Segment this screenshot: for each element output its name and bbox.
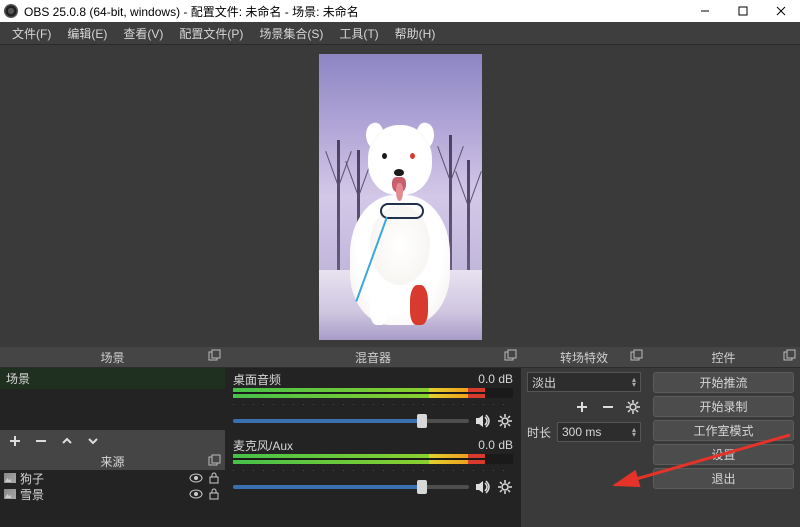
controls-body: 开始推流 开始录制 工作室模式 设置 退出 [647,368,800,527]
maximize-button[interactable] [724,0,762,22]
button-label: 退出 [711,470,735,487]
menu-help[interactable]: 帮助(H) [387,23,444,44]
volume-slider[interactable] [233,419,469,423]
image-source-icon [4,473,16,483]
dog-graphic [340,125,460,325]
start-streaming-button[interactable]: 开始推流 [653,372,794,393]
menu-scene-collection[interactable]: 场景集合(S) [251,23,331,44]
scenes-title: 场景 [100,349,124,366]
scenes-list[interactable]: 场景 [0,368,225,430]
menubar: 文件(F) 编辑(E) 查看(V) 配置文件(P) 场景集合(S) 工具(T) … [0,22,800,45]
move-up-button[interactable] [58,432,76,450]
scenes-toolbar [0,430,225,452]
channel-db: 0.0 dB [478,372,513,386]
volume-slider[interactable] [233,485,469,489]
popout-icon[interactable] [207,454,221,468]
add-transition-button[interactable] [573,398,591,416]
mixer-panel: 混音器 桌面音频 0.0 dB [225,347,521,527]
duration-label: 时长 [527,424,553,441]
button-label: 开始推流 [699,374,747,391]
close-button[interactable] [762,0,800,22]
popout-icon[interactable] [207,349,221,363]
updown-arrows-icon: ▴▾ [632,427,636,437]
popout-icon[interactable] [629,349,643,363]
minimize-button[interactable] [686,0,724,22]
speaker-icon[interactable] [475,413,491,429]
controls-header[interactable]: 控件 [647,347,800,368]
speaker-icon[interactable] [475,479,491,495]
transitions-header[interactable]: 转场特效 [521,347,647,368]
transition-select[interactable]: 淡出 ▴▾ [527,372,641,392]
mixer-title: 混音器 [355,349,391,366]
channel-name: 麦克风/Aux [233,437,293,454]
mixer-channel: 桌面音频 0.0 dB [225,370,521,436]
scene-item-label: 场景 [6,372,30,386]
source-row[interactable]: 雪景 [0,486,225,502]
popout-icon[interactable] [782,349,796,363]
visibility-toggle-icon[interactable] [189,487,203,501]
mixer-header[interactable]: 混音器 [225,347,521,368]
scenes-header[interactable]: 场景 [0,347,225,368]
preview-canvas[interactable] [319,54,482,340]
window-buttons [686,0,800,22]
image-source-icon [4,489,16,499]
popout-icon[interactable] [503,349,517,363]
sources-title: 来源 [100,453,124,470]
scene-item[interactable]: 场景 [0,368,225,389]
source-name: 狗子 [20,470,185,487]
meter-scale [233,466,513,476]
source-name: 雪景 [20,486,185,503]
button-label: 设置 [711,446,735,463]
transition-selected: 淡出 [532,374,556,391]
menu-edit[interactable]: 编辑(E) [59,23,115,44]
lock-toggle-icon[interactable] [207,471,221,485]
menu-tools[interactable]: 工具(T) [331,23,386,44]
settings-button[interactable]: 设置 [653,444,794,465]
menu-view[interactable]: 查看(V) [115,23,171,44]
visibility-toggle-icon[interactable] [189,471,203,485]
channel-db: 0.0 dB [478,438,513,452]
duration-spinbox[interactable]: 300 ms ▴▾ [557,422,641,442]
source-row[interactable]: 狗子 [0,470,225,486]
channel-name: 桌面音频 [233,371,281,388]
add-button[interactable] [6,432,24,450]
menu-file[interactable]: 文件(F) [4,23,59,44]
dock-row: 场景 场景 来源 [0,347,800,527]
window-title: OBS 25.0.8 (64-bit, windows) - 配置文件: 未命名… [24,3,359,20]
move-down-button[interactable] [84,432,102,450]
studio-mode-button[interactable]: 工作室模式 [653,420,794,441]
volume-meter [233,388,513,398]
gear-icon[interactable] [625,399,641,415]
duration-value: 300 ms [562,425,601,439]
scenes-panel: 场景 场景 来源 [0,347,225,527]
obs-app-icon [4,4,18,18]
lock-toggle-icon[interactable] [207,487,221,501]
meter-scale [233,400,513,410]
remove-transition-button[interactable] [599,398,617,416]
transitions-body: 淡出 ▴▾ 时长 300 ms ▴▾ [521,368,647,527]
transitions-panel: 转场特效 淡出 ▴▾ 时长 300 ms ▴▾ [521,347,647,527]
controls-title: 控件 [711,349,735,366]
controls-panel: 控件 开始推流 开始录制 工作室模式 设置 退出 [647,347,800,527]
mixer-channel: 麦克风/Aux 0.0 dB [225,436,521,502]
button-label: 开始录制 [699,398,747,415]
remove-button[interactable] [32,432,50,450]
window-titlebar: OBS 25.0.8 (64-bit, windows) - 配置文件: 未命名… [0,0,800,22]
start-recording-button[interactable]: 开始录制 [653,396,794,417]
exit-button[interactable]: 退出 [653,468,794,489]
sources-header[interactable]: 来源 [0,452,225,470]
button-label: 工作室模式 [693,422,753,439]
updown-arrows-icon: ▴▾ [632,377,636,387]
gear-icon[interactable] [497,413,513,429]
menu-profile[interactable]: 配置文件(P) [171,23,251,44]
volume-meter [233,454,513,464]
transitions-title: 转场特效 [560,349,608,366]
sources-list[interactable]: 狗子 雪景 [0,470,225,527]
gear-icon[interactable] [497,479,513,495]
preview-area[interactable] [0,45,800,348]
mixer-body: 桌面音频 0.0 dB [225,368,521,527]
